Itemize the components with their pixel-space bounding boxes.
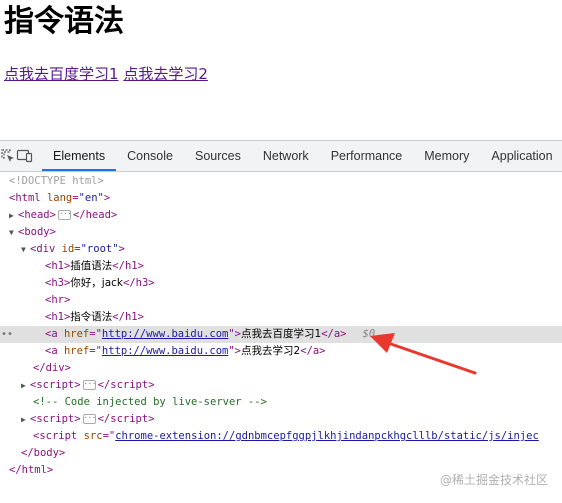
div-row[interactable]: ▼ <div id="root"> (0, 241, 562, 258)
a2-href[interactable]: http://www.baidu.com (102, 345, 228, 357)
h3-text: 你好，jack (70, 277, 124, 289)
script-src-url[interactable]: chrome-extension://gdnbmcepfggpjlkhjinda… (115, 430, 539, 442)
div-close-tag: div (45, 362, 65, 374)
script-row-2[interactable]: ▶ <script> ···</script> (0, 411, 562, 428)
div-id-val: "root" (80, 243, 119, 255)
h1b-text: 指令语法 (70, 311, 113, 323)
body-close-tag: </body> (21, 447, 66, 459)
doctype-text: <!DOCTYPE html> (9, 175, 104, 187)
page-links: 点我去百度学习1 点我去学习2 (4, 64, 208, 84)
ellipsis-icon[interactable]: ··· (82, 414, 96, 424)
a1-href-attr: href (63, 328, 90, 340)
html-lang-attr: lang (46, 192, 73, 204)
html-lang-val: "en" (78, 192, 104, 204)
html-close-tag: </html> (9, 464, 54, 476)
div-close-row[interactable]: </div> (0, 360, 562, 377)
selected-marker: $0 (362, 328, 376, 340)
h1-text: 插值语法 (70, 260, 113, 272)
tab-elements[interactable]: Elements (42, 141, 117, 171)
expand-triangle-icon[interactable]: ▶ (21, 377, 30, 394)
watermark: @稀土掘金技术社区 (439, 473, 548, 487)
ellipsis-icon[interactable]: ··· (57, 210, 72, 220)
h3-row[interactable]: <h3>你好，jack</h3> (0, 275, 562, 292)
baidu-link-2[interactable]: 点我去学习2 (123, 65, 208, 83)
collapse-triangle-icon[interactable]: ▼ (9, 224, 18, 241)
body-tag: body (24, 226, 50, 238)
h1b-row[interactable]: <h1>指令语法</h1> (0, 309, 562, 326)
a1-row-selected[interactable]: •• <a href="http://www.baidu.com">点我去百度学… (0, 326, 562, 343)
script-tag: script (36, 379, 75, 391)
collapse-triangle-icon[interactable]: ▼ (21, 241, 30, 258)
doctype-row[interactable]: <!DOCTYPE html> (0, 173, 562, 190)
body-close-row[interactable]: </body> (0, 445, 562, 462)
script-row-1[interactable]: ▶ <script> ···</script> (0, 377, 562, 394)
hr-tag: <hr> (45, 294, 71, 306)
head-tag: head (24, 209, 50, 221)
div-tag: div (36, 243, 56, 255)
more-dots-icon[interactable]: •• (1, 326, 13, 343)
tab-network[interactable]: Network (252, 141, 320, 171)
script-tag: script (39, 430, 78, 442)
tab-sources[interactable]: Sources (184, 141, 252, 171)
script-src-row[interactable]: <script src="chrome-extension://gdnbmcep… (0, 428, 562, 445)
dom-tree: <!DOCTYPE html> <html lang="en"> ▶ <head>… (0, 172, 562, 479)
comment-row[interactable]: <!-- Code injected by live-server --> (0, 394, 562, 411)
device-toolbar-icon[interactable] (16, 141, 34, 171)
a2-text: 点我去学习2 (241, 345, 301, 357)
tab-performance[interactable]: Performance (320, 141, 414, 171)
a2-href-attr: href (63, 345, 90, 357)
devtools-toolbar: Elements Console Sources Network Perform… (0, 141, 562, 172)
tab-application[interactable]: Application (480, 141, 562, 171)
a1-href[interactable]: http://www.baidu.com (102, 328, 228, 340)
live-server-comment: <!-- Code injected by live-server --> (33, 396, 267, 408)
ellipsis-icon[interactable]: ··· (82, 380, 96, 390)
html-row[interactable]: <html lang="en"> (0, 190, 562, 207)
script-close-tag: script (110, 413, 149, 425)
a1-text: 点我去百度学习1 (241, 328, 322, 340)
head-close-tag: head (85, 209, 111, 221)
baidu-link-1[interactable]: 点我去百度学习1 (4, 65, 119, 83)
body-row[interactable]: ▼ <body> (0, 224, 562, 241)
script-tag: script (36, 413, 75, 425)
div-id-attr: id (61, 243, 75, 255)
expand-triangle-icon[interactable]: ▶ (21, 411, 30, 428)
script-close-tag: script (110, 379, 149, 391)
expand-triangle-icon[interactable]: ▶ (9, 207, 18, 224)
html-open-tag: <html (9, 192, 41, 204)
tab-console[interactable]: Console (116, 141, 184, 171)
h1-row[interactable]: <h1>插值语法</h1> (0, 258, 562, 275)
devtools-panel: Elements Console Sources Network Perform… (0, 140, 562, 503)
a2-row[interactable]: <a href="http://www.baidu.com">点我去学习2</a… (0, 343, 562, 360)
html-open-end: > (103, 192, 111, 204)
script-src-attr: src (83, 430, 103, 442)
tab-memory[interactable]: Memory (413, 141, 480, 171)
head-row[interactable]: ▶ <head> ···</head> (0, 207, 562, 224)
page-heading: 指令语法 (4, 4, 124, 39)
hr-row[interactable]: <hr> (0, 292, 562, 309)
inspect-element-icon[interactable] (0, 141, 16, 171)
